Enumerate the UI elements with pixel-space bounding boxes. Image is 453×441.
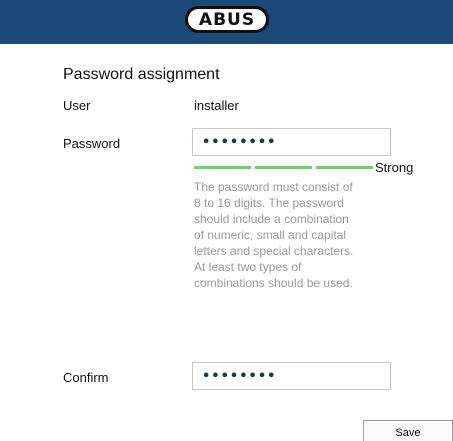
strength-bar-segment xyxy=(194,166,251,169)
hint-line: 8 to 16 digits. The password xyxy=(194,196,344,210)
password-label: Password xyxy=(63,136,121,151)
password-hint: The password must consist of 8 to 16 dig… xyxy=(194,179,390,291)
hint-line: combinations should be used. xyxy=(194,276,353,290)
save-button[interactable]: Save xyxy=(363,420,453,441)
hint-line: of numeric, small and capital xyxy=(194,228,347,242)
user-value: installer xyxy=(194,98,239,113)
page-title: Password assignment xyxy=(63,66,220,83)
hint-line: letters and special characters. xyxy=(194,244,354,258)
hint-line: At least two types of xyxy=(194,260,302,274)
logo-text: ABUS xyxy=(198,9,256,30)
strength-bar-segment xyxy=(316,166,373,169)
top-header-bar: ABUS xyxy=(0,0,453,44)
password-strength-meter xyxy=(194,166,373,169)
strength-bar-segment xyxy=(255,166,312,169)
confirm-password-field[interactable] xyxy=(192,362,391,390)
strength-label: Strong xyxy=(375,160,414,175)
hint-line: should include a combination xyxy=(194,212,349,226)
user-label: User xyxy=(63,98,91,113)
hint-line: The password must consist of xyxy=(194,180,353,194)
password-field[interactable] xyxy=(192,128,391,156)
confirm-label: Confirm xyxy=(63,370,109,385)
abus-logo: ABUS xyxy=(185,6,269,33)
